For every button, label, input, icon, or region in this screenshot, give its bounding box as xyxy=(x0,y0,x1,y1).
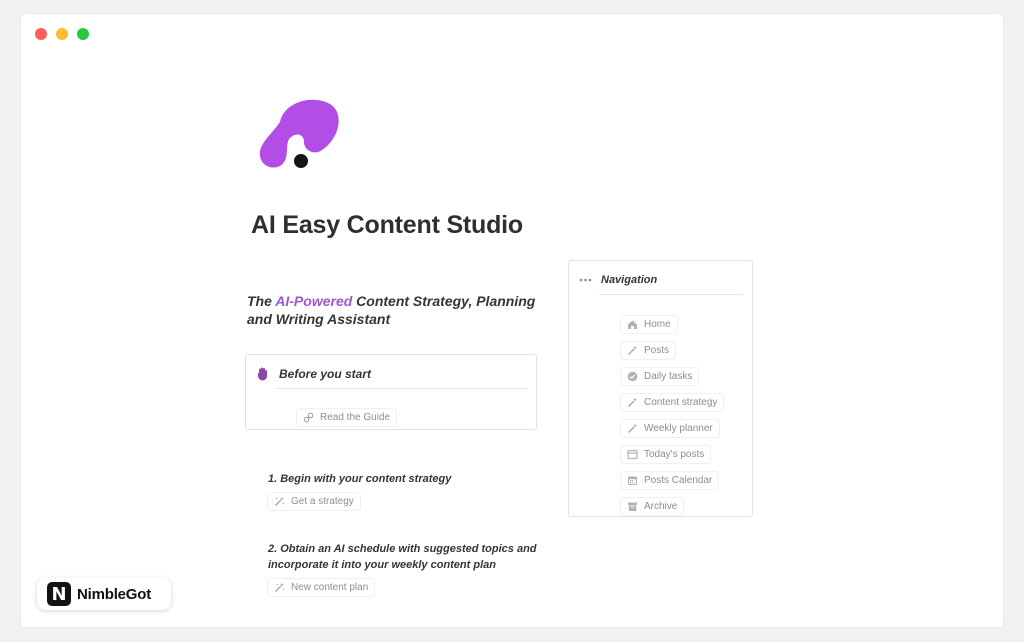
subtitle-accent: AI-Powered xyxy=(275,293,353,309)
nav-item-label: Content strategy xyxy=(644,397,718,408)
subtitle-prefix: The xyxy=(247,293,276,309)
magic-wand-icon xyxy=(628,397,637,407)
nav-item-label: Posts xyxy=(644,345,670,356)
magic-wand-icon xyxy=(275,582,285,592)
page-title: AI Easy Content Studio xyxy=(251,211,524,239)
link-icon xyxy=(303,412,314,423)
nav-item-home[interactable]: Home xyxy=(621,316,677,333)
nav-item-label: Daily tasks xyxy=(644,371,693,382)
ellipsis-icon[interactable] xyxy=(579,278,592,282)
maximize-window-button[interactable] xyxy=(77,28,89,40)
page-subtitle: The AI-Powered Content Strategy, Plannin… xyxy=(247,292,547,328)
home-icon xyxy=(628,320,637,329)
raised-hand-icon xyxy=(257,367,267,381)
read-guide-link[interactable]: Read the Guide xyxy=(297,409,397,426)
check-circle-icon xyxy=(627,371,638,382)
magic-wand-icon xyxy=(628,345,637,355)
nav-item-posts-calendar[interactable]: Posts Calendar xyxy=(621,472,719,489)
window-controls xyxy=(35,28,89,40)
new-content-plan-label: New content plan xyxy=(291,582,369,593)
get-strategy-button[interactable]: Get a strategy xyxy=(268,493,360,510)
get-strategy-label: Get a strategy xyxy=(291,496,354,507)
nav-item-label: Weekly planner xyxy=(644,423,713,434)
step-2-text: 2. Obtain an AI schedule with suggested … xyxy=(268,543,537,571)
nav-item-label: Archive xyxy=(644,501,678,512)
navigation-divider xyxy=(599,294,743,295)
nav-item-label: Posts Calendar xyxy=(644,475,713,486)
purple-blob-logo-icon xyxy=(259,99,339,168)
callout-title: Before you start xyxy=(279,367,372,381)
step-1-text: 1. Begin with your content strategy xyxy=(268,473,452,485)
nav-item-content-strategy[interactable]: Content strategy xyxy=(621,394,724,411)
callout-divider xyxy=(276,388,528,389)
nav-item-label: Home xyxy=(644,319,671,330)
nav-item-label: Today's posts xyxy=(644,449,705,460)
calendar-icon xyxy=(628,476,637,485)
minimize-window-button[interactable] xyxy=(56,28,68,40)
window-icon xyxy=(627,449,638,460)
close-window-button[interactable] xyxy=(35,28,47,40)
brand-name: NimbleGot xyxy=(77,585,152,603)
nav-item-todays-posts[interactable]: Today's posts xyxy=(621,446,711,463)
nav-item-archive[interactable]: Archive xyxy=(621,498,684,515)
magic-wand-icon xyxy=(628,423,637,433)
brand-logo-icon: N xyxy=(47,582,71,606)
archive-icon xyxy=(628,502,637,511)
brand-watermark: N NimbleGot xyxy=(37,578,171,610)
nav-item-daily-tasks[interactable]: Daily tasks xyxy=(621,368,699,385)
nav-item-posts[interactable]: Posts xyxy=(621,342,676,359)
new-content-plan-button[interactable]: New content plan xyxy=(268,579,375,596)
magic-wand-icon xyxy=(275,496,285,506)
read-guide-label: Read the Guide xyxy=(320,412,391,423)
navigation-title: Navigation xyxy=(601,274,658,286)
nav-item-weekly-planner[interactable]: Weekly planner xyxy=(621,420,719,437)
